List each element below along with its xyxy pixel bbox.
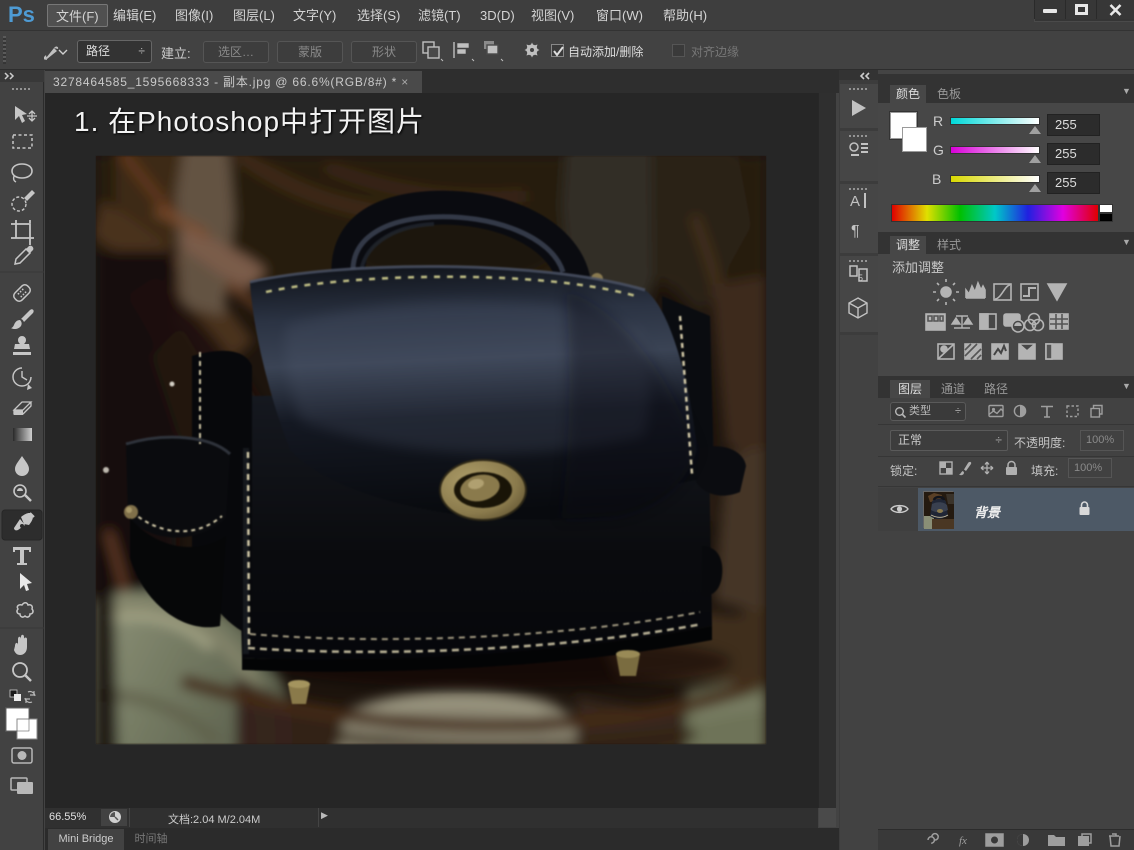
svg-text:fx: fx bbox=[959, 835, 967, 847]
svg-text:¶: ¶ bbox=[851, 223, 860, 240]
svg-text:5: 5 bbox=[858, 273, 863, 283]
svg-text:A: A bbox=[850, 193, 860, 210]
